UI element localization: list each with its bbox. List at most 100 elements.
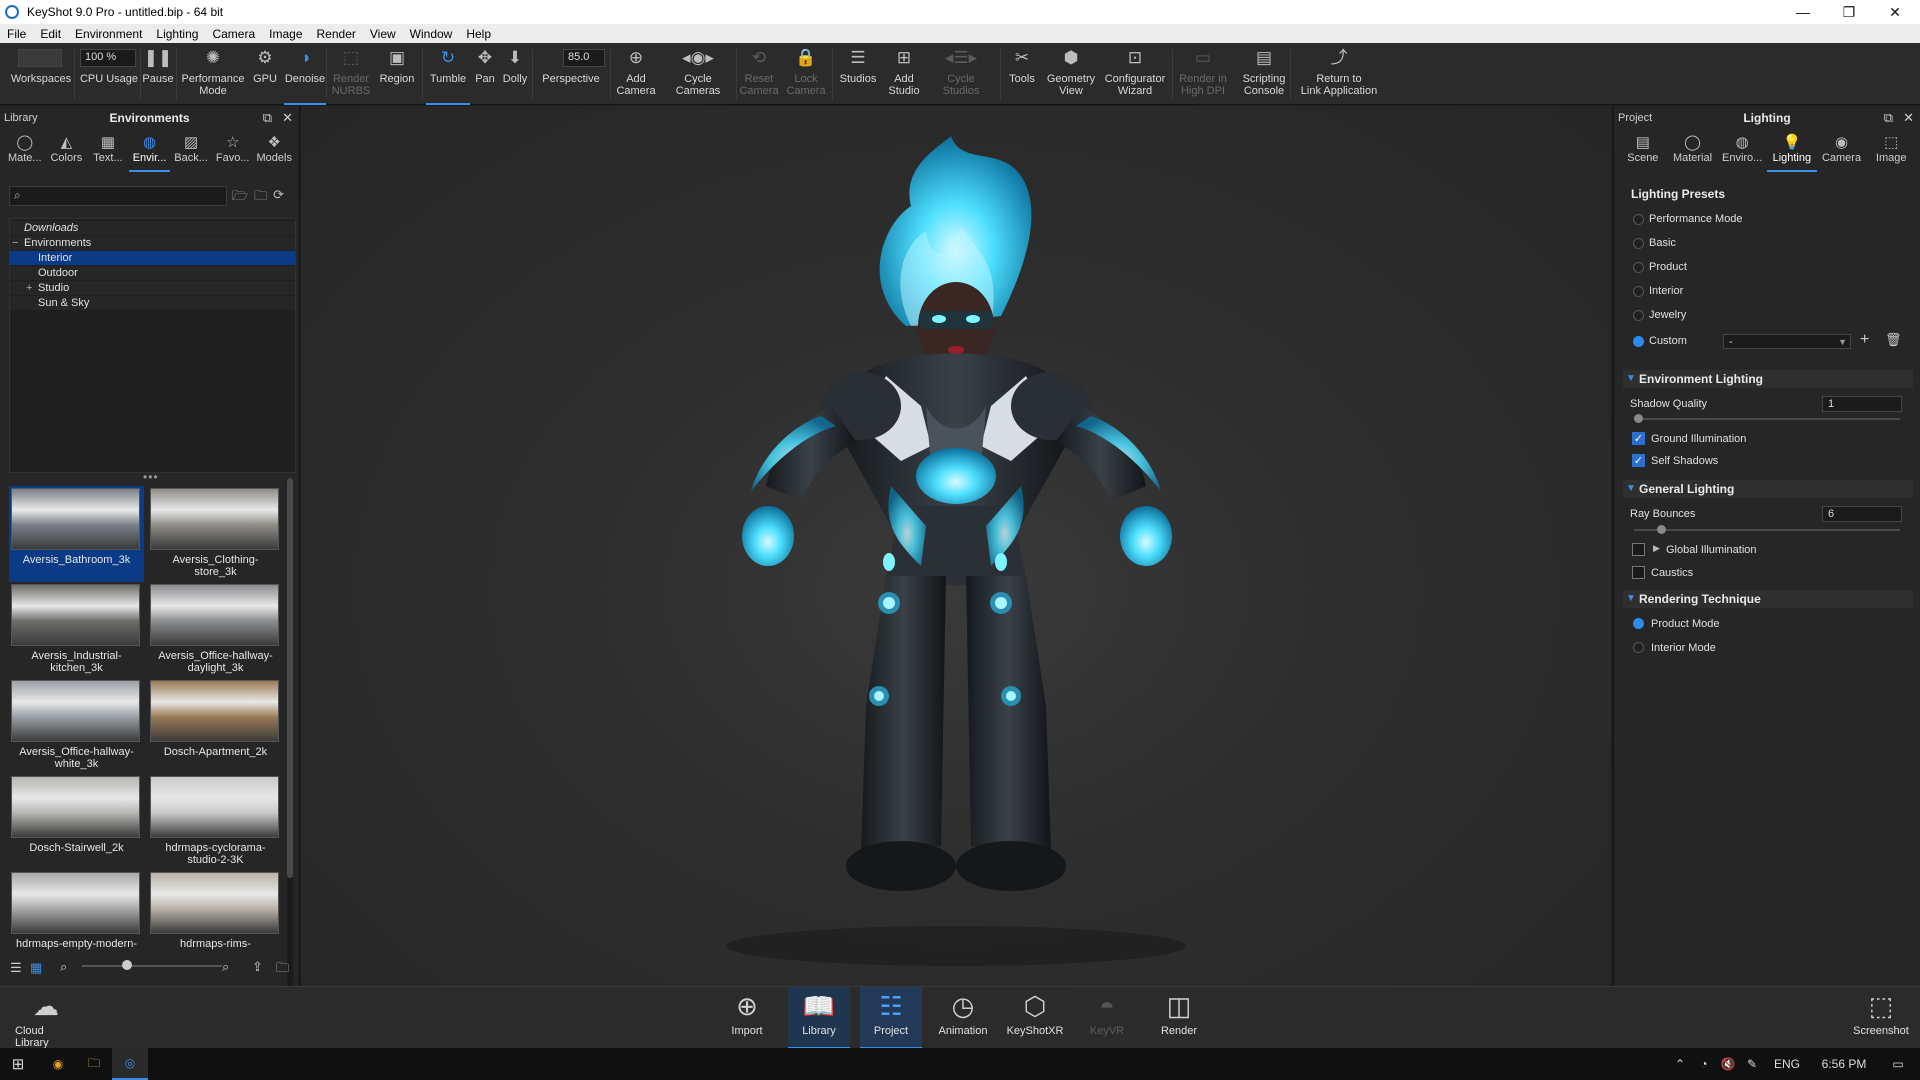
- add-camera-button[interactable]: ⊕ Add Camera: [615, 43, 657, 105]
- project-tab-scene[interactable]: ▤ Scene: [1618, 132, 1668, 172]
- expand-arrow-icon[interactable]: ▶: [1653, 543, 1660, 554]
- project-tab-material[interactable]: ◯ Material: [1668, 132, 1718, 172]
- menu-edit[interactable]: Edit: [33, 27, 68, 41]
- menu-render[interactable]: Render: [310, 27, 363, 41]
- menu-image[interactable]: Image: [262, 27, 309, 41]
- notifications-icon[interactable]: ▭: [1880, 1048, 1916, 1080]
- project-tab-image[interactable]: ⬚ Image: [1866, 132, 1916, 172]
- ray-bounces-slider[interactable]: [1634, 529, 1900, 531]
- tree-item-downloads[interactable]: Downloads: [10, 221, 295, 235]
- tools-button[interactable]: ✂ Tools: [1002, 43, 1042, 105]
- tray-chevron-up-icon[interactable]: ⌃: [1668, 1048, 1692, 1080]
- add-preset-icon[interactable]: +: [1860, 331, 1869, 349]
- global-illumination-checkbox[interactable]: [1632, 543, 1645, 556]
- add-studio-button[interactable]: ⊞ Add Studio: [882, 43, 926, 105]
- menu-environment[interactable]: Environment: [68, 27, 149, 41]
- studios-button[interactable]: ☰ Studios: [836, 43, 880, 105]
- minimize-button[interactable]: —: [1780, 0, 1826, 24]
- project-tab-lighting[interactable]: 💡 Lighting: [1767, 132, 1817, 172]
- network-icon[interactable]: ◔: [1692, 1048, 1716, 1080]
- chrome-icon[interactable]: ◉: [40, 1048, 76, 1080]
- keyshot-taskbar-icon[interactable]: ◎: [112, 1048, 148, 1080]
- open-folder-icon[interactable]: 🗁: [232, 187, 248, 209]
- shadow-quality-knob[interactable]: [1634, 414, 1643, 423]
- preset-radio-interior[interactable]: [1633, 286, 1644, 297]
- thumbnail-size-knob[interactable]: [122, 960, 132, 970]
- environment-thumbnail[interactable]: Dosch-Stairwell_2k: [9, 774, 144, 870]
- workspaces-dropdown[interactable]: [18, 49, 62, 67]
- preset-radio-jewelry[interactable]: [1633, 310, 1644, 321]
- shadow-quality-field[interactable]: 1: [1822, 396, 1902, 412]
- close-button[interactable]: ✕: [1872, 0, 1918, 24]
- preset-radio-product[interactable]: [1633, 262, 1644, 273]
- import-button[interactable]: ⊕ Import: [716, 987, 778, 1049]
- environment-thumbnail[interactable]: hdrmaps-cyclorama- studio-2-3K: [148, 774, 283, 870]
- project-tab-camera[interactable]: ◉ Camera: [1817, 132, 1867, 172]
- add-folder-icon[interactable]: 🗀: [254, 187, 267, 209]
- shadow-quality-slider[interactable]: [1634, 418, 1900, 420]
- tree-expander-icon[interactable]: +: [26, 281, 38, 295]
- cycle-cameras-button[interactable]: ◂◉▸ Cycle Cameras: [662, 43, 734, 105]
- keyvr-button[interactable]: ◓ KeyVR: [1076, 987, 1138, 1049]
- grid-view-icon[interactable]: ▦: [30, 960, 42, 976]
- ground-illumination-checkbox[interactable]: ✓: [1632, 432, 1645, 445]
- pen-icon[interactable]: ✎: [1740, 1048, 1764, 1080]
- pause-button[interactable]: ❚❚ Pause: [140, 43, 176, 105]
- library-tab-favorites[interactable]: ☆ Favo...: [212, 132, 254, 172]
- cpu-usage-dropdown[interactable]: 100 %: [80, 49, 136, 67]
- library-tab-backplates[interactable]: ▨ Back...: [170, 132, 212, 172]
- maximize-button[interactable]: ❐: [1826, 0, 1872, 24]
- library-tab-environments[interactable]: ◍ Envir...: [128, 132, 171, 172]
- self-shadows-checkbox[interactable]: ✓: [1632, 454, 1645, 467]
- menu-view[interactable]: View: [363, 27, 403, 41]
- environment-thumbnail[interactable]: Aversis_Bathroom_3k: [9, 486, 144, 582]
- environment-thumbnail[interactable]: Aversis_Office-hallway- white_3k: [9, 678, 144, 774]
- performance-mode-button[interactable]: ✺ Performance Mode: [178, 43, 248, 105]
- project-tab-environment[interactable]: ◍ Enviro...: [1717, 132, 1767, 172]
- product-mode-radio[interactable]: [1633, 618, 1644, 629]
- scripting-console-button[interactable]: ▤ Scripting Console: [1236, 43, 1292, 105]
- lock-camera-button[interactable]: 🔒 Lock Camera: [785, 43, 827, 105]
- environment-thumbnail[interactable]: Dosch-Apartment_2k: [148, 678, 283, 774]
- menu-lighting[interactable]: Lighting: [149, 27, 205, 41]
- library-tab-colors[interactable]: ◭ Colors: [46, 132, 88, 172]
- menu-camera[interactable]: Camera: [205, 27, 262, 41]
- gpu-button[interactable]: ⚙ GPU: [250, 43, 280, 105]
- menu-file[interactable]: File: [0, 27, 33, 41]
- field-of-view-input[interactable]: 85.0: [563, 49, 605, 67]
- tree-item-studio[interactable]: + Studio: [10, 281, 295, 295]
- folder-icon[interactable]: 🗀: [276, 959, 289, 981]
- preset-radio-performance-mode[interactable]: [1633, 214, 1644, 225]
- language-indicator[interactable]: ENG: [1770, 1048, 1804, 1080]
- cloud-library-button[interactable]: ☁ Cloud Library: [15, 987, 77, 1050]
- refresh-icon[interactable]: ⟳: [273, 187, 284, 209]
- thumbnail-size-slider[interactable]: [82, 965, 222, 967]
- close-panel-icon[interactable]: ✕: [282, 110, 293, 126]
- library-tab-models[interactable]: ❖ Models: [253, 132, 295, 172]
- pan-button[interactable]: ✥ Pan: [472, 43, 498, 105]
- library-tab-materials[interactable]: ◯ Mate...: [4, 132, 46, 172]
- environment-lighting-header[interactable]: ▼ Environment Lighting: [1623, 370, 1913, 388]
- keyshotxr-button[interactable]: ⬡ KeyShotXR: [1004, 987, 1066, 1049]
- animation-button[interactable]: ◷ Animation: [932, 987, 994, 1049]
- render-viewport[interactable]: [301, 106, 1611, 986]
- upload-icon[interactable]: ⇪: [252, 959, 263, 975]
- screenshot-button[interactable]: ⬚ Screenshot: [1848, 987, 1914, 1049]
- return-to-link-application-button[interactable]: ⤴ Return to Link Application: [1294, 43, 1384, 105]
- render-button[interactable]: ◫ Render: [1148, 987, 1210, 1049]
- tumble-button[interactable]: ↻ Tumble: [426, 43, 470, 105]
- rendering-technique-header[interactable]: ▼ Rendering Technique: [1623, 590, 1913, 608]
- file-explorer-icon[interactable]: 🗀: [76, 1048, 112, 1080]
- tree-expander-icon[interactable]: −: [12, 236, 24, 250]
- preset-radio-custom[interactable]: [1633, 336, 1644, 347]
- environment-thumbnail[interactable]: Aversis_Office-hallway- daylight_3k: [148, 582, 283, 678]
- menu-window[interactable]: Window: [403, 27, 460, 41]
- tree-item-sun-sky[interactable]: Sun & Sky: [10, 296, 295, 310]
- tree-item-outdoor[interactable]: Outdoor: [10, 266, 295, 280]
- cycle-studios-button[interactable]: ◂☰▸ Cycle Studios: [928, 43, 994, 105]
- region-button[interactable]: ▣ Region: [376, 43, 418, 105]
- dolly-button[interactable]: ⬇ Dolly: [500, 43, 530, 105]
- ray-bounces-field[interactable]: 6: [1822, 506, 1902, 522]
- clock[interactable]: 6:56 PM: [1814, 1048, 1874, 1080]
- tree-item-environments[interactable]: − Environments: [10, 236, 295, 250]
